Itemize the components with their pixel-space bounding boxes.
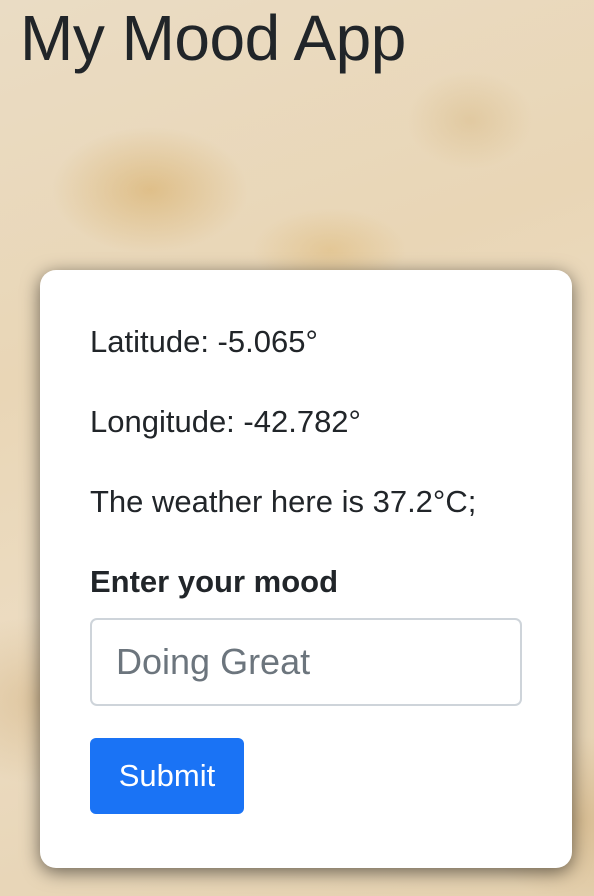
weather-text: The weather here is 37.2°C; [90, 484, 477, 519]
mood-input[interactable] [90, 618, 522, 706]
latitude-text: Latitude: -5.065° [90, 324, 318, 359]
mood-card: Latitude: -5.065° Longitude: -42.782° Th… [40, 270, 572, 868]
mood-label: Enter your mood [90, 564, 339, 599]
app-title: My Mood App [20, 2, 406, 74]
submit-button[interactable]: Submit [90, 738, 244, 814]
longitude-text: Longitude: -42.782° [90, 404, 361, 439]
